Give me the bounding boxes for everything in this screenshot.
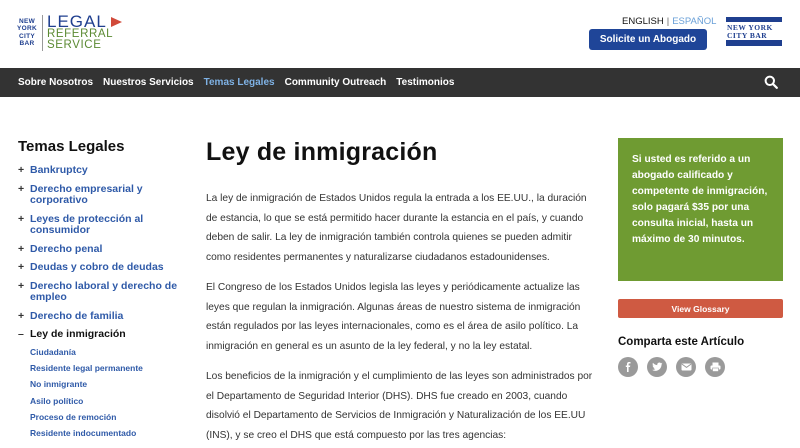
nav-item-community-outreach[interactable]: Community Outreach <box>285 77 387 88</box>
nav-item-sobre-nosotros[interactable]: Sobre Nosotros <box>18 77 93 88</box>
sidebar-item-label[interactable]: Bankruptcy <box>30 164 88 177</box>
lang-english-link[interactable]: ENGLISH <box>622 16 664 27</box>
sidebar-subitem-residente-legal[interactable]: Residente legal permanente <box>30 363 183 373</box>
sidebar-item-label[interactable]: Derecho laboral y derecho de empleo <box>30 280 183 304</box>
nav-item-temas-legales[interactable]: Temas Legales <box>204 77 275 88</box>
nav-item-testimonios[interactable]: Testimonios <box>396 77 454 88</box>
collapse-icon[interactable]: – <box>18 328 30 341</box>
sidebar-topic-list: + Bankruptcy + Derecho empresarial y corpo… <box>18 164 183 438</box>
language-switcher: ENGLISH | ESPAÑOL <box>622 16 716 27</box>
expand-icon[interactable]: + <box>18 310 30 323</box>
main-nav: Sobre Nosotros Nuestros Servicios Temas … <box>0 68 800 97</box>
lang-separator: | <box>666 16 670 27</box>
sidebar-subitem-no-inmigrante[interactable]: No inmigrante <box>30 379 183 389</box>
nyc-bar-logo[interactable]: NEW YORK CITY BAR <box>726 17 782 51</box>
sidebar: Temas Legales + Bankruptcy + Derecho empre… <box>18 138 183 445</box>
expand-icon[interactable]: + <box>18 164 30 177</box>
page-title: Ley de inmigración <box>206 138 438 166</box>
sidebar-subitem-proceso-remocion[interactable]: Proceso de remoción <box>30 412 183 422</box>
article-content: Ley de inmigración La ley de inmigración… <box>206 138 598 448</box>
sidebar-subitem-asilo-politico[interactable]: Asilo político <box>30 396 183 406</box>
legal-referral-service-logo[interactable]: NEW YORK CITY BAR LEGAL REFERRAL SERVICE <box>16 13 122 51</box>
site-header: NEW YORK CITY BAR LEGAL REFERRAL SERVICE… <box>0 0 800 68</box>
sidebar-item-bankruptcy[interactable]: + Bankruptcy <box>18 164 183 177</box>
sidebar-item-label[interactable]: Derecho penal <box>30 243 102 256</box>
sidebar-item-label[interactable]: Derecho empresarial y corporativo <box>30 183 183 207</box>
sidebar-item-derecho-empresarial[interactable]: + Derecho empresarial y corporativo <box>18 183 183 207</box>
sidebar-item-label[interactable]: Ley de inmigración <box>30 328 126 341</box>
sidebar-title: Temas Legales <box>18 138 125 155</box>
sidebar-item-ley-inmigracion[interactable]: – Ley de inmigración <box>18 328 183 341</box>
share-title: Comparta este Artículo <box>618 336 745 348</box>
expand-icon[interactable]: + <box>18 213 30 237</box>
ncb-logo-bar-bottom <box>726 40 782 46</box>
logo-arrow-icon <box>111 17 122 27</box>
sidebar-item-derecho-laboral[interactable]: + Derecho laboral y derecho de empleo <box>18 280 183 304</box>
sidebar-item-label[interactable]: Leyes de protección al consumidor <box>30 213 183 237</box>
article-paragraph: El Congreso de los Estados Unidos legisl… <box>206 282 581 352</box>
expand-icon[interactable]: + <box>18 261 30 274</box>
sidebar-subitem-ciudadania[interactable]: Ciudadanía <box>30 347 183 357</box>
twitter-icon[interactable] <box>647 357 667 377</box>
expand-icon[interactable]: + <box>18 280 30 304</box>
nav-item-nuestros-servicios[interactable]: Nuestros Servicios <box>103 77 194 88</box>
facebook-icon[interactable] <box>618 357 638 377</box>
sidebar-item-derecho-penal[interactable]: + Derecho penal <box>18 243 183 256</box>
logo-nyc-mark: NEW YORK CITY BAR <box>17 17 37 48</box>
sidebar-item-deudas[interactable]: + Deudas y cobro de deudas <box>18 261 183 274</box>
email-icon[interactable] <box>676 357 696 377</box>
ncb-logo-text: NEW YORK CITY BAR <box>727 23 773 40</box>
print-icon[interactable] <box>705 357 725 377</box>
search-icon[interactable] <box>764 75 778 89</box>
share-buttons <box>618 357 734 377</box>
request-lawyer-button[interactable]: Solicite un Abogado <box>589 29 707 50</box>
logo-lrs-text: LEGAL REFERRAL SERVICE <box>47 13 122 51</box>
sidebar-subitem-residente-indocumentado[interactable]: Residente indocumentado <box>30 428 183 438</box>
expand-icon[interactable]: + <box>18 183 30 207</box>
view-glossary-button[interactable]: View Glossary <box>618 299 783 318</box>
referral-promo-box: Si usted es referido a un abogado califi… <box>618 138 783 281</box>
logo-divider <box>42 14 43 51</box>
expand-icon[interactable]: + <box>18 243 30 256</box>
sidebar-item-proteccion-consumidor[interactable]: + Leyes de protección al consumidor <box>18 213 183 237</box>
sidebar-item-label[interactable]: Derecho de familia <box>30 310 123 323</box>
article-paragraph: Los beneficios de la inmigración y el cu… <box>206 371 593 441</box>
sidebar-item-derecho-familia[interactable]: + Derecho de familia <box>18 310 183 323</box>
lang-espanol-link[interactable]: ESPAÑOL <box>672 16 716 27</box>
sidebar-item-label[interactable]: Deudas y cobro de deudas <box>30 261 164 274</box>
article-paragraph: La ley de inmigración de Estados Unidos … <box>206 193 587 263</box>
